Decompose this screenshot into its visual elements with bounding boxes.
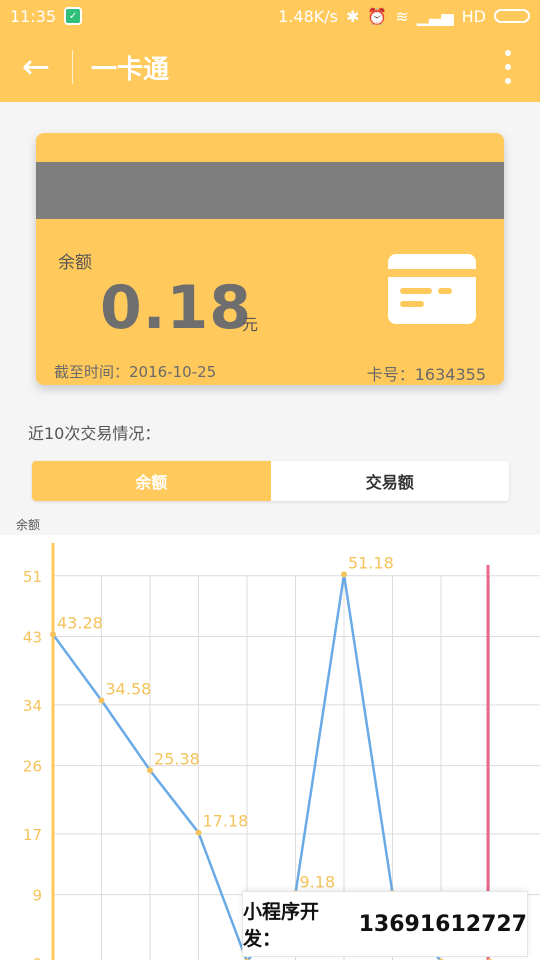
data-label: 34.58	[106, 679, 152, 698]
tab-balance[interactable]: 余额	[32, 461, 271, 501]
alarm-icon: ⏰	[367, 6, 388, 26]
deadline: 截至时间：2016-10-25	[54, 361, 216, 382]
data-point	[98, 697, 105, 704]
deadline-value: 2016-10-25	[129, 363, 217, 381]
y-tick-label: 51	[23, 568, 42, 586]
y-tick-label: 0	[32, 955, 42, 960]
signal-icon: ▁▃▅	[416, 6, 454, 26]
tab-transaction-amount[interactable]: 交易额	[270, 461, 509, 501]
magnetic-stripe	[36, 162, 504, 219]
chart-tabs: 余额 交易额	[32, 461, 509, 501]
currency-unit: 元	[242, 315, 259, 334]
deadline-label: 截至时间：	[54, 363, 130, 381]
data-point	[147, 767, 153, 774]
y-tick-label: 43	[23, 629, 42, 647]
network-type: HD	[461, 6, 486, 26]
card-number-value: 1634355	[414, 365, 486, 384]
data-label: 43.28	[57, 613, 103, 632]
watermark-label: 小程序开发：	[243, 901, 320, 950]
card-number: 卡号：1634355	[367, 361, 486, 385]
data-label: 17.18	[203, 812, 249, 831]
appbar-divider	[72, 50, 73, 84]
y-tick-label: 34	[23, 697, 42, 715]
shield-icon: ✓	[64, 7, 83, 25]
wifi-icon: ≋	[395, 6, 409, 26]
more-menu-button[interactable]	[496, 50, 520, 84]
data-point	[50, 631, 56, 638]
campus-card: 余额 0.18 元 截至时间：2016-10-25 卡号：1634355	[36, 133, 504, 385]
recent-transactions-label: 近10次交易情况：	[28, 424, 161, 443]
data-point	[341, 571, 347, 578]
status-time: 11:35	[10, 6, 57, 26]
card-number-label: 卡号：	[366, 365, 415, 384]
balance-label: 余额	[58, 253, 92, 273]
page-title: 一卡通	[91, 54, 170, 85]
data-point	[195, 829, 202, 836]
app-bar: ← 一卡通	[0, 32, 540, 102]
y-tick-label: 9	[32, 887, 42, 905]
y-tick-label: 26	[23, 758, 42, 776]
battery-icon	[494, 9, 530, 23]
bluetooth-icon: ✱	[345, 6, 360, 26]
data-label: 25.38	[154, 749, 200, 768]
watermark-phone: 13691612727	[358, 911, 527, 937]
status-bar: 11:35 ✓ 1.48K/s ✱ ⏰ ≋ ▁▃▅ HD	[0, 0, 540, 32]
chart-y-label: 余额	[16, 518, 41, 532]
network-speed: 1.48K/s	[278, 6, 338, 26]
data-label: 51.18	[348, 553, 394, 572]
data-label: 9.18	[300, 872, 336, 891]
balance-amount: 0.18	[100, 273, 253, 343]
arrow-left-icon: ←	[21, 47, 51, 87]
back-button[interactable]: ←	[0, 32, 72, 102]
developer-watermark: 小程序开发： 13691612727	[242, 891, 528, 957]
y-tick-label: 17	[23, 826, 42, 844]
card-icon	[388, 254, 476, 324]
